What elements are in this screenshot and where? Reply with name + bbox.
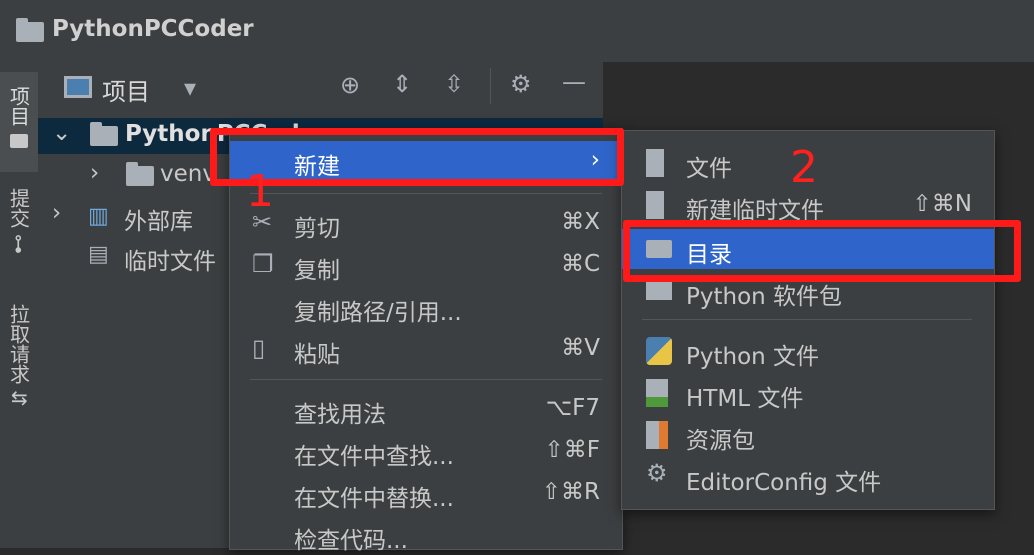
file-icon — [646, 149, 664, 177]
submenu-item-label: Python 软件包 — [686, 284, 843, 310]
commit-icon: ⊶ — [7, 234, 31, 254]
chevron-down-icon[interactable]: ▾ — [184, 74, 196, 102]
package-icon — [646, 282, 672, 300]
menu-item-cut[interactable]: ✂ 剪切 ⌘X — [230, 203, 622, 243]
python-icon — [646, 337, 672, 365]
menu-item-inspect-code[interactable]: 检查代码... — [230, 515, 622, 555]
chevron-right-icon[interactable]: › — [90, 160, 99, 186]
menu-item-shortcut: ⇧⌘F — [544, 437, 600, 463]
paste-icon: ▯ — [252, 334, 266, 362]
tree-item-scratches[interactable]: 临时文件 — [124, 242, 216, 276]
menu-item-replace-in-files[interactable]: 在文件中替换... ⇧⌘R — [230, 473, 622, 513]
project-view-icon — [64, 76, 92, 98]
menu-item-label: 检查代码... — [294, 528, 408, 554]
menu-item-copy-path[interactable]: 复制路径/引用... — [230, 287, 622, 327]
folder-icon — [126, 162, 154, 186]
tool-window-sidebar: 项目 提交 ⊶ 拉取请求 ⇵ — [0, 62, 39, 548]
scratch-file-icon — [646, 191, 664, 219]
minimize-icon[interactable]: — — [562, 68, 586, 96]
submenu-item-html-file[interactable]: HTML 文件 — [622, 373, 994, 413]
locate-icon[interactable]: ⊕ — [340, 71, 360, 99]
chevron-right-icon[interactable]: › — [52, 200, 61, 226]
gear-icon: ⚙ — [646, 459, 668, 487]
sidebar-tab-project[interactable]: 项目 — [0, 72, 38, 172]
annotation-step-2: 2 — [790, 142, 818, 193]
menu-item-label: 复制 — [294, 258, 340, 284]
submenu-item-label: HTML 文件 — [686, 386, 804, 412]
chevron-down-icon[interactable]: ⌄ — [52, 120, 71, 146]
menu-separator — [250, 379, 602, 380]
menu-item-shortcut: ⌘V — [561, 335, 600, 361]
submenu-item-label: EditorConfig 文件 — [686, 470, 882, 496]
context-menu: 新建 › ✂ 剪切 ⌘X ❐ 复制 ⌘C 复制路径/引用... ▯ 粘贴 ⌘V … — [229, 128, 623, 554]
toolbar-divider — [490, 68, 491, 104]
menu-item-label: 复制路径/引用... — [294, 300, 462, 326]
submenu-item-label: 文件 — [686, 156, 732, 182]
menu-separator — [642, 319, 972, 320]
menu-item-find-in-files[interactable]: 在文件中查找... ⇧⌘F — [230, 431, 622, 471]
sidebar-tab-label: 项目 — [6, 86, 31, 126]
gear-icon[interactable]: ⚙ — [510, 70, 532, 98]
project-folder-icon — [16, 18, 44, 42]
tree-item-venv[interactable]: venv — [160, 161, 216, 187]
scratch-file-icon: ▤ — [88, 242, 109, 267]
collapse-all-icon[interactable]: ⇳ — [444, 70, 464, 98]
submenu-item-resource-bundle[interactable]: 资源包 — [622, 415, 994, 455]
html-file-icon — [646, 379, 668, 407]
menu-item-shortcut: ⇧⌘R — [541, 479, 600, 505]
window-title: PythonPCCoder — [52, 16, 254, 42]
submenu-item-editorconfig[interactable]: ⚙ EditorConfig 文件 — [622, 457, 994, 497]
menu-item-label: 剪切 — [294, 216, 340, 242]
menu-item-label: 在文件中查找... — [294, 444, 454, 470]
submenu-item-python-file[interactable]: Python 文件 — [622, 331, 994, 371]
annotation-step-1: 1 — [246, 166, 274, 217]
menu-item-shortcut: ⌘X — [561, 209, 600, 235]
window-titlebar: PythonPCCoder — [0, 0, 1034, 63]
menu-item-shortcut: ⌘C — [560, 251, 600, 277]
annotation-box-directory — [623, 220, 1021, 282]
menu-item-label: 在文件中替换... — [294, 486, 454, 512]
project-view-selector[interactable]: 项目 — [102, 72, 150, 107]
menu-item-label: 粘贴 — [294, 342, 340, 368]
tree-item-external-libraries[interactable]: 外部库 — [124, 202, 193, 236]
submenu-item-label: Python 文件 — [686, 344, 820, 370]
pull-request-icon: ⇵ — [7, 390, 31, 407]
submenu-item-label: 资源包 — [686, 428, 755, 454]
menu-item-shortcut: ⌥F7 — [545, 395, 600, 421]
sidebar-tab-commit[interactable]: 提交 ⊶ — [0, 182, 38, 262]
sidebar-tab-label: 提交 — [6, 188, 31, 228]
resource-bundle-icon — [646, 421, 668, 449]
menu-item-copy[interactable]: ❐ 复制 ⌘C — [230, 245, 622, 285]
library-icon: ▥ — [88, 204, 109, 229]
menu-item-find-usages[interactable]: 查找用法 ⌥F7 — [230, 389, 622, 429]
menu-item-paste[interactable]: ▯ 粘贴 ⌘V — [230, 329, 622, 369]
sidebar-tab-label: 拉取请求 — [6, 304, 31, 384]
folder-icon — [10, 134, 28, 148]
copy-icon: ❐ — [252, 250, 274, 278]
folder-icon — [90, 122, 118, 146]
menu-separator — [250, 193, 602, 194]
menu-item-label: 查找用法 — [294, 402, 386, 428]
submenu-item-shortcut: ⇧⌘N — [912, 191, 972, 217]
expand-all-icon[interactable]: ⇕ — [392, 70, 412, 98]
sidebar-tab-pull-request[interactable]: 拉取请求 ⇵ — [0, 298, 38, 428]
